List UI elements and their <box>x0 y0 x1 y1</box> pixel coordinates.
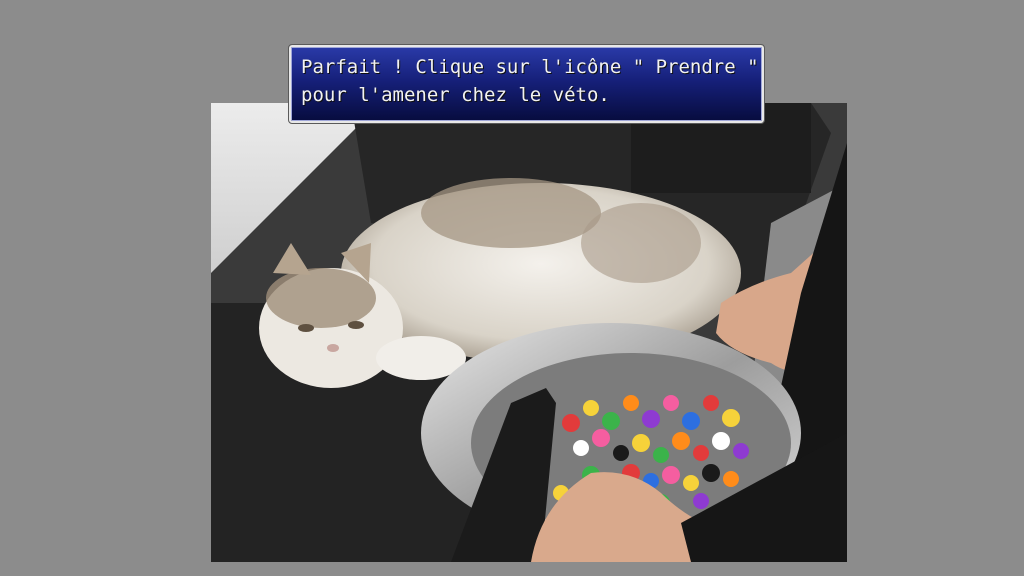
dialog-line-2: pour l'amener chez le véto. <box>301 84 610 106</box>
dialog-line-1: Parfait ! Clique sur l'icône " Prendre " <box>301 56 759 78</box>
dialog-box[interactable]: Parfait ! Clique sur l'icône " Prendre "… <box>288 44 765 124</box>
scene-photo <box>211 103 847 562</box>
game-screen: Parfait ! Clique sur l'icône " Prendre "… <box>0 0 1024 576</box>
